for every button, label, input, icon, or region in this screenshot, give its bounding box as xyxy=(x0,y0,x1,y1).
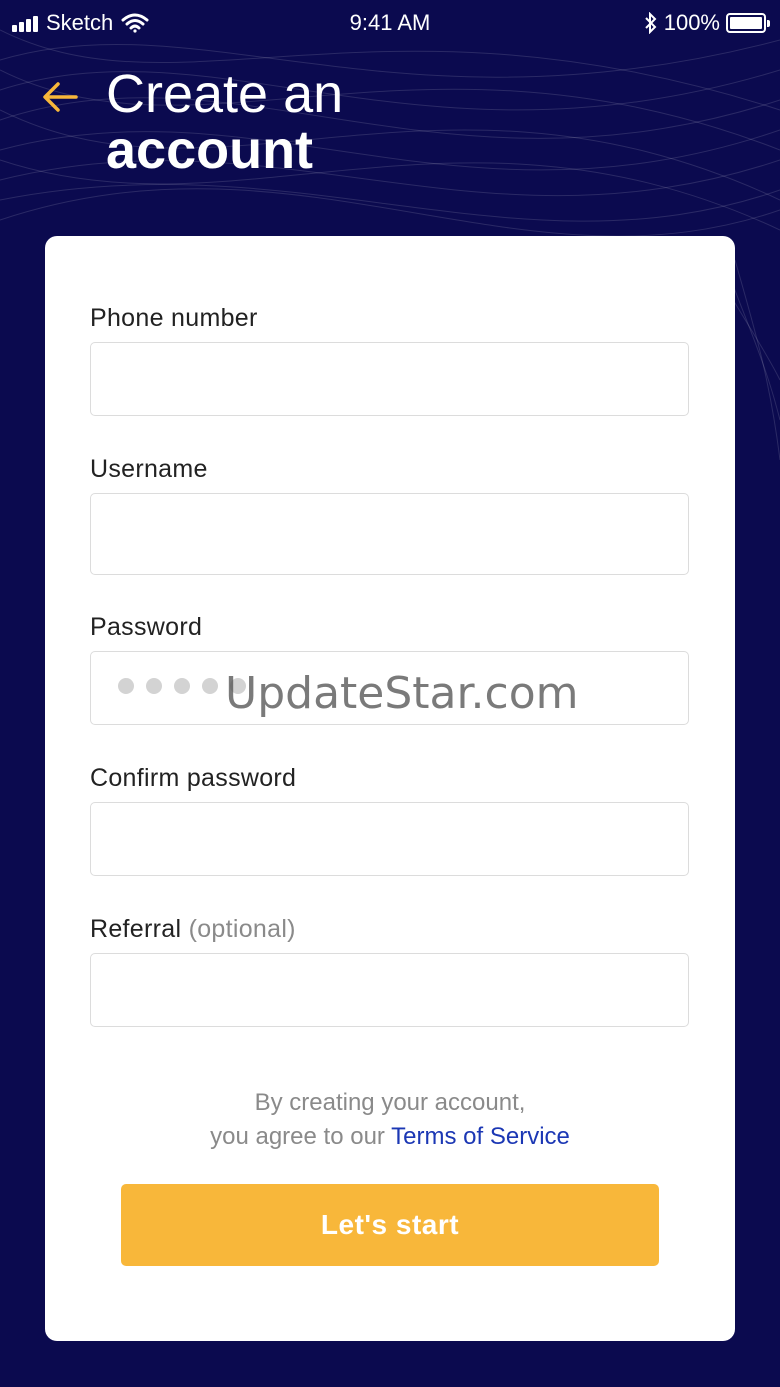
referral-input[interactable] xyxy=(90,953,689,1027)
signup-card: Phone number Username Password UpdateSta… xyxy=(45,236,735,1341)
title-line-1: Create an xyxy=(106,64,344,124)
terms-prefix: you agree to our xyxy=(210,1123,385,1150)
back-button[interactable] xyxy=(40,76,82,118)
arrow-left-icon xyxy=(43,82,78,112)
referral-label: Referral (optional) xyxy=(90,915,296,944)
username-input[interactable] xyxy=(90,493,689,575)
phone-label: Phone number xyxy=(90,304,258,332)
username-label: Username xyxy=(90,455,208,483)
referral-label-text: Referral xyxy=(90,915,182,943)
confirm-password-input[interactable] xyxy=(90,802,689,876)
terms-line-1: By creating your account, xyxy=(254,1089,526,1116)
page-title: Create an account xyxy=(106,66,343,178)
password-mask xyxy=(118,678,246,694)
terms-of-service-link[interactable]: Terms of Service xyxy=(391,1123,570,1150)
battery-icon xyxy=(726,13,770,33)
status-right: 100% xyxy=(644,10,770,36)
optional-hint: (optional) xyxy=(188,915,296,943)
terms-notice: By creating your account, you agree to o… xyxy=(45,1086,735,1154)
bluetooth-icon xyxy=(645,12,657,34)
password-label: Password xyxy=(90,613,203,641)
battery-percent: 100% xyxy=(663,10,720,35)
title-line-2: account xyxy=(106,120,314,180)
status-bar: Sketch 9:41 AM 100% xyxy=(0,0,780,44)
confirm-password-label: Confirm password xyxy=(90,764,297,792)
terms-line-2: you agree to our Terms of Service xyxy=(45,1120,735,1154)
phone-input[interactable] xyxy=(90,342,689,416)
lets-start-button[interactable]: Let's start xyxy=(121,1184,659,1266)
